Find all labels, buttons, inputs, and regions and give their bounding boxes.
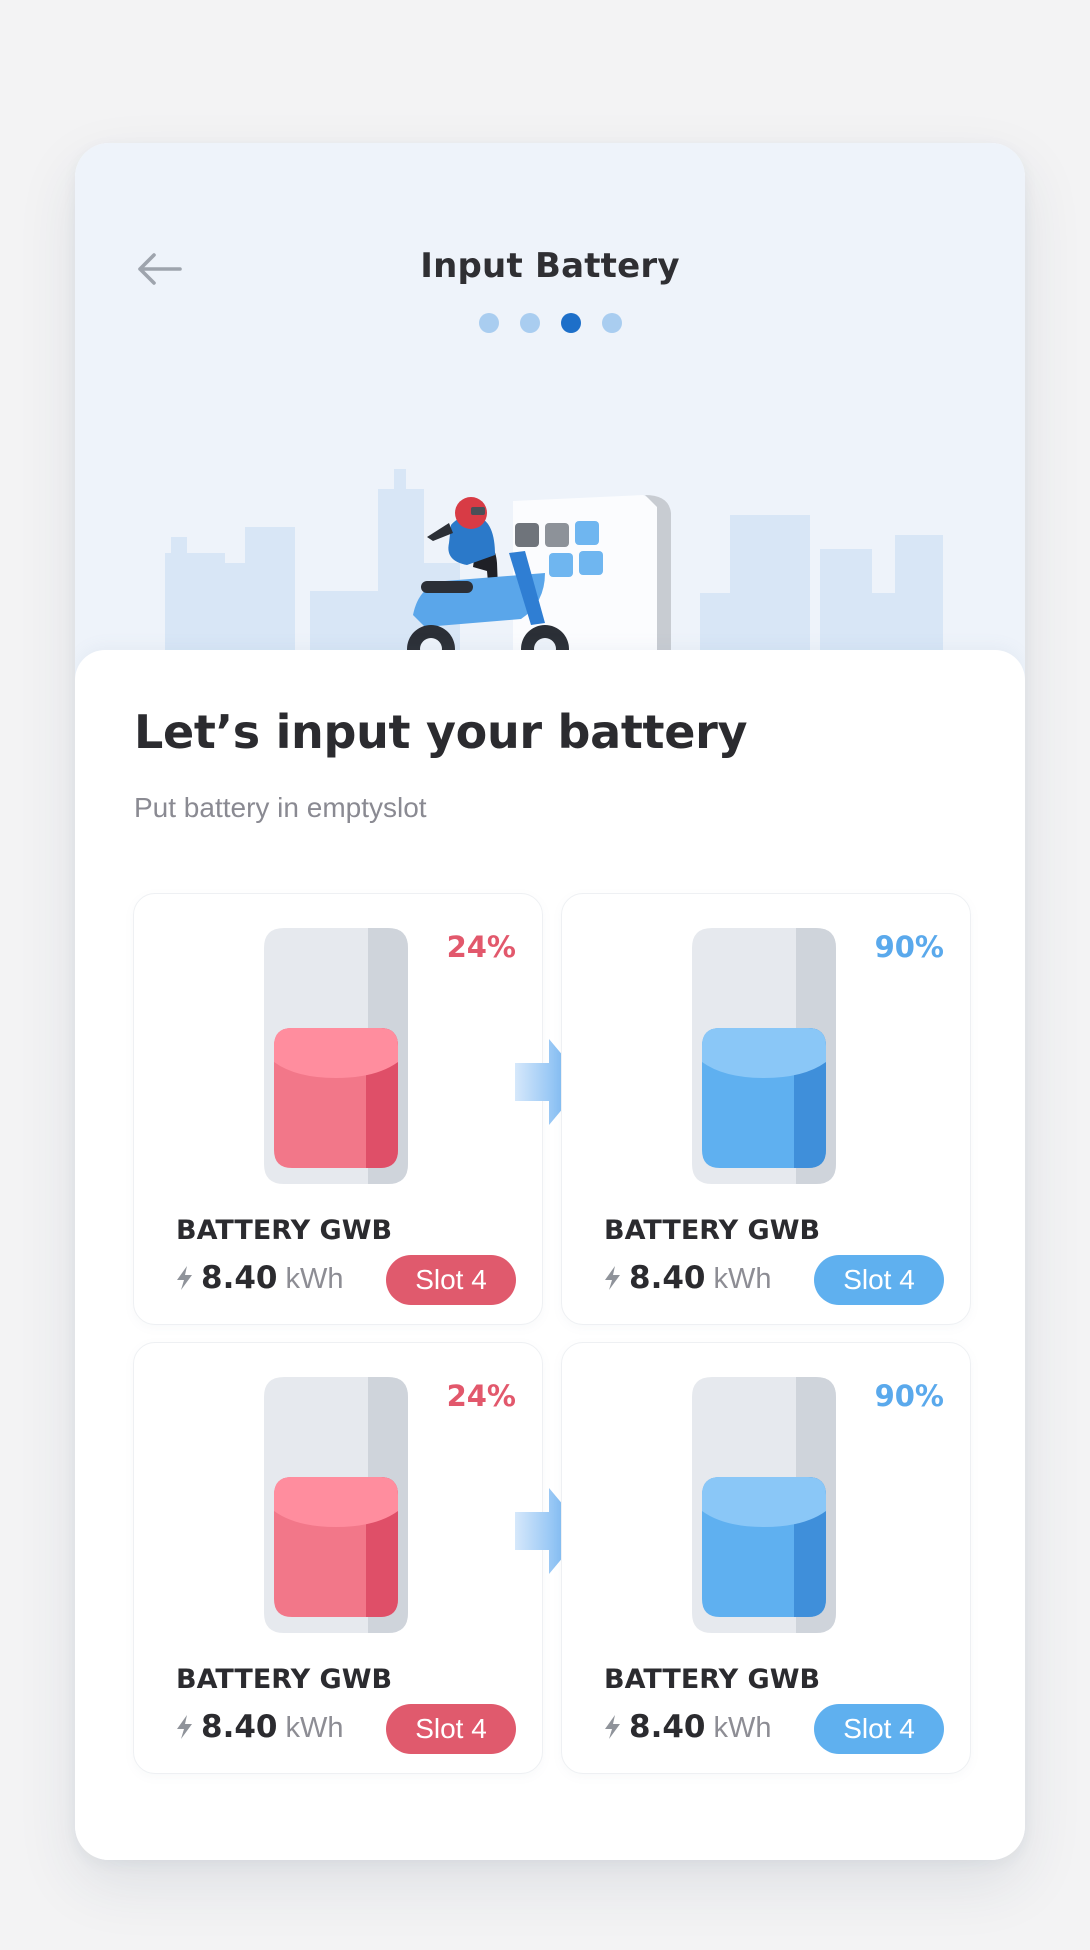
energy-value: 8.40 (629, 1260, 706, 1296)
lightning-bolt-icon (177, 1715, 192, 1739)
battery-low-icon (264, 1377, 408, 1633)
charge-percentage: 24% (446, 930, 516, 964)
lightning-bolt-icon (605, 1715, 620, 1739)
battery-low-icon (264, 928, 408, 1184)
section-heading: Let’s input your battery (134, 705, 748, 759)
charge-percentage: 90% (874, 1379, 944, 1413)
battery-card-current[interactable]: 24% BATTERY GWB 8.40 kWh Slot 4 (133, 893, 543, 1325)
battery-full-icon (692, 1377, 836, 1633)
battery-name: BATTERY GWB (176, 1215, 393, 1246)
battery-energy: 8.40 kWh (604, 1709, 772, 1745)
step-dot-1 (478, 313, 499, 333)
lightning-bolt-icon (177, 1266, 192, 1290)
step-indicator (75, 313, 1025, 333)
battery-full-icon (692, 928, 836, 1184)
section-subheading: Put battery in emptyslot (134, 792, 427, 823)
slot-badge[interactable]: Slot 4 (814, 1255, 944, 1305)
scooter-station-illustration (165, 469, 943, 683)
energy-unit: kWh (713, 1263, 772, 1295)
battery-card-replacement[interactable]: 90% BATTERY GWB 8.40 kWh Slot 4 (561, 893, 971, 1325)
slot-badge[interactable]: Slot 4 (814, 1704, 944, 1754)
battery-name: BATTERY GWB (604, 1215, 821, 1246)
energy-value: 8.40 (201, 1260, 278, 1296)
battery-name: BATTERY GWB (604, 1664, 821, 1695)
battery-energy: 8.40 kWh (176, 1709, 344, 1745)
energy-value: 8.40 (201, 1709, 278, 1745)
charge-percentage: 90% (874, 930, 944, 964)
energy-unit: kWh (713, 1712, 772, 1744)
step-dot-2 (519, 313, 540, 333)
step-dot-4 (601, 313, 622, 333)
charge-percentage: 24% (446, 1379, 516, 1413)
battery-card-replacement[interactable]: 90% BATTERY GWB 8.40 kWh Slot 4 (561, 1342, 971, 1774)
energy-value: 8.40 (629, 1709, 706, 1745)
content-sheet: Let’s input your battery Put battery in … (75, 650, 1025, 1860)
header-area: Input Battery (75, 143, 1025, 683)
slot-badge[interactable]: Slot 4 (386, 1704, 516, 1754)
energy-unit: kWh (285, 1712, 344, 1744)
page-title: Input Battery (420, 246, 680, 286)
app-screen: Input Battery Let’s input your battery P… (75, 143, 1025, 1860)
lightning-bolt-icon (605, 1266, 620, 1290)
battery-card-current[interactable]: 24% BATTERY GWB 8.40 kWh Slot 4 (133, 1342, 543, 1774)
slot-badge[interactable]: Slot 4 (386, 1255, 516, 1305)
battery-name: BATTERY GWB (176, 1664, 393, 1695)
battery-energy: 8.40 kWh (176, 1260, 344, 1296)
battery-energy: 8.40 kWh (604, 1260, 772, 1296)
step-dot-3-active (560, 313, 581, 333)
energy-unit: kWh (285, 1263, 344, 1295)
